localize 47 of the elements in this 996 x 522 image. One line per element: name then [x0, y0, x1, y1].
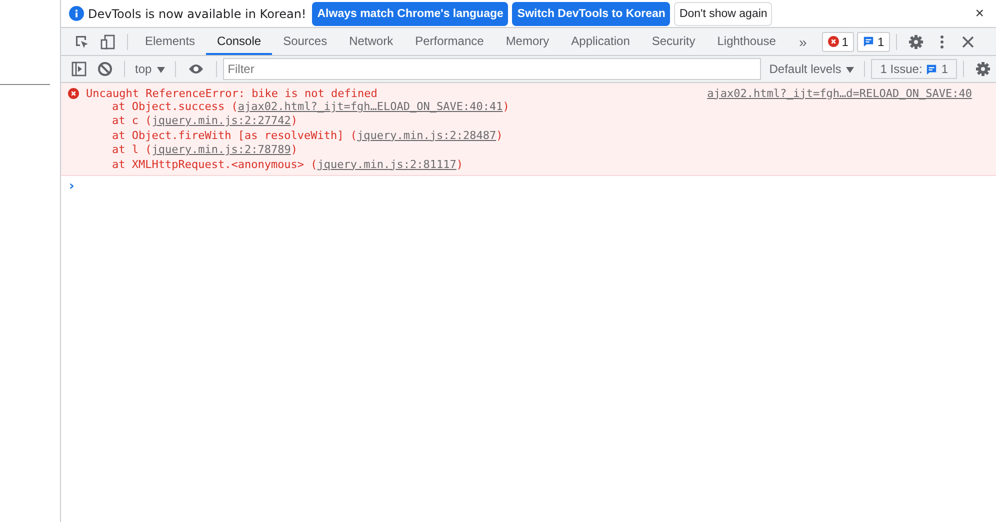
sidebar-toggle-icon[interactable] — [71, 61, 87, 77]
settings-icon[interactable] — [908, 34, 924, 50]
close-button[interactable]: × — [971, 5, 988, 22]
error-count-button[interactable]: 1 — [822, 32, 854, 52]
clear-icon[interactable] — [97, 61, 113, 77]
stack-frame: at c (jquery.min.js:2:27742) — [68, 114, 972, 129]
stack-link[interactable]: jquery.min.js:2:78789 — [152, 143, 291, 156]
message-icon — [926, 64, 938, 74]
inspect-icon[interactable] — [74, 34, 90, 50]
device-icon[interactable] — [100, 34, 116, 50]
info-icon — [69, 6, 84, 21]
stack-link[interactable]: jquery.min.js:2:27742 — [152, 114, 291, 128]
infobar-button[interactable]: Don't show again — [674, 2, 772, 26]
panel-tab[interactable]: Lighthouse — [706, 28, 787, 55]
stack-frame: at l (jquery.min.js:2:78789) — [68, 143, 972, 158]
prompt-icon[interactable]: › — [69, 178, 74, 194]
panel-tab[interactable]: Sources — [272, 28, 338, 55]
caret-icon — [156, 66, 165, 73]
panel-tab[interactable]: Security — [640, 28, 706, 55]
stack-link[interactable]: jquery.min.js:2:28487 — [357, 128, 496, 142]
filter-field[interactable]: Filter — [222, 58, 762, 80]
error-icon — [68, 88, 79, 98]
context-dropdown[interactable]: top — [131, 62, 169, 76]
panel-tab[interactable]: Network — [338, 28, 404, 55]
source-link[interactable]: ajax02.html?_ijt=fgh…d=RELOAD_ON_SAVE:40 — [707, 86, 972, 100]
panel-tab[interactable]: Performance — [404, 28, 495, 55]
error-icon — [828, 36, 839, 47]
stack-frame: at Object.success (ajax02.html?_ijt=fgh…ELOAD_ON_SAVE:40:41) — [68, 100, 972, 114]
info-message: DevTools is now available in Korean! — [88, 6, 306, 20]
issues-button[interactable]: 1 Issue: 1 — [871, 59, 957, 79]
message-icon — [863, 36, 874, 47]
panel-tab[interactable]: Elements — [134, 28, 206, 55]
infobar-button[interactable]: Switch DevTools to Korean — [512, 2, 670, 26]
stack-link[interactable]: jquery.min.js:2:81117 — [317, 158, 456, 171]
panel-tab[interactable]: Application — [560, 28, 641, 55]
caret-icon — [846, 66, 854, 73]
close-icon[interactable] — [960, 34, 976, 50]
more-tabs-button[interactable]: » — [792, 32, 813, 50]
stack-frame: at Object.fireWith [as resolveWith] (jquery.min.js:2:28487) — [68, 128, 972, 144]
message-count-button[interactable]: 1 — [857, 32, 890, 52]
error-message: Uncaught ReferenceError: bike is not defined — [86, 86, 378, 100]
infobar-button[interactable]: Always match Chrome's language — [312, 2, 508, 26]
stack-link[interactable]: ajax02.html?_ijt=fgh…ELOAD_ON_SAVE:40:41 — [238, 100, 503, 113]
panel-tab[interactable]: Memory — [494, 28, 560, 55]
stack-frame: at XMLHttpRequest.<anonymous> (jquery.min.js:2:81117) — [68, 158, 972, 172]
levels-dropdown[interactable]: Default levels — [765, 62, 858, 76]
settings-icon[interactable] — [975, 61, 991, 77]
